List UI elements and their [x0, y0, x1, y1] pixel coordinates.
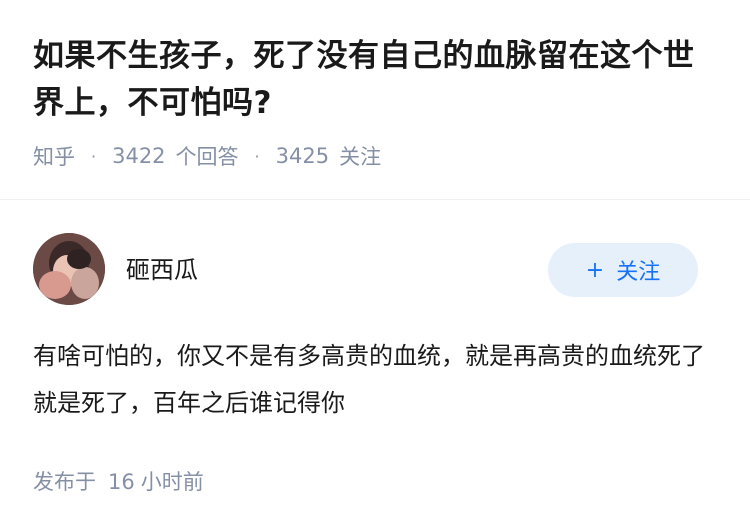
avatar-photo-icon — [33, 233, 105, 305]
plus-icon: + — [585, 257, 605, 283]
meta-separator: · — [254, 146, 260, 166]
answer-timestamp: 发布于 16 小时前 — [33, 466, 204, 496]
time-unit: 小时前 — [140, 470, 204, 494]
answer-count: 3422 — [112, 144, 166, 168]
follower-count-label: 关注 — [339, 145, 382, 169]
meta-separator: · — [91, 146, 97, 166]
answer-author-bar: 砸西瓜 + 关注 — [33, 233, 698, 305]
section-divider — [0, 199, 750, 200]
question-header: 如果不生孩子，死了没有自己的血脉留在这个世界上，不可怕吗? 知乎 · 3422 … — [33, 33, 723, 171]
follower-count: 3425 — [275, 144, 330, 168]
follow-button[interactable]: + 关注 — [548, 243, 698, 297]
author-name[interactable]: 砸西瓜 — [126, 250, 198, 285]
time-prefix: 发布于 — [33, 470, 96, 494]
answer-content[interactable]: 有啥可怕的，你又不是有多高贵的血统，就是再高贵的血统死了就是死了，百年之后谁记得… — [33, 333, 718, 427]
answer-count-label: 个回答 — [175, 145, 239, 169]
question-title[interactable]: 如果不生孩子，死了没有自己的血脉留在这个世界上，不可怕吗? — [33, 33, 723, 127]
question-meta: 知乎 · 3422 个回答 · 3425 关注 — [33, 141, 723, 171]
author-avatar[interactable] — [33, 233, 105, 305]
follow-button-label: 关注 — [616, 260, 661, 285]
source-label[interactable]: 知乎 — [33, 141, 75, 171]
time-value: 16 — [108, 470, 135, 494]
